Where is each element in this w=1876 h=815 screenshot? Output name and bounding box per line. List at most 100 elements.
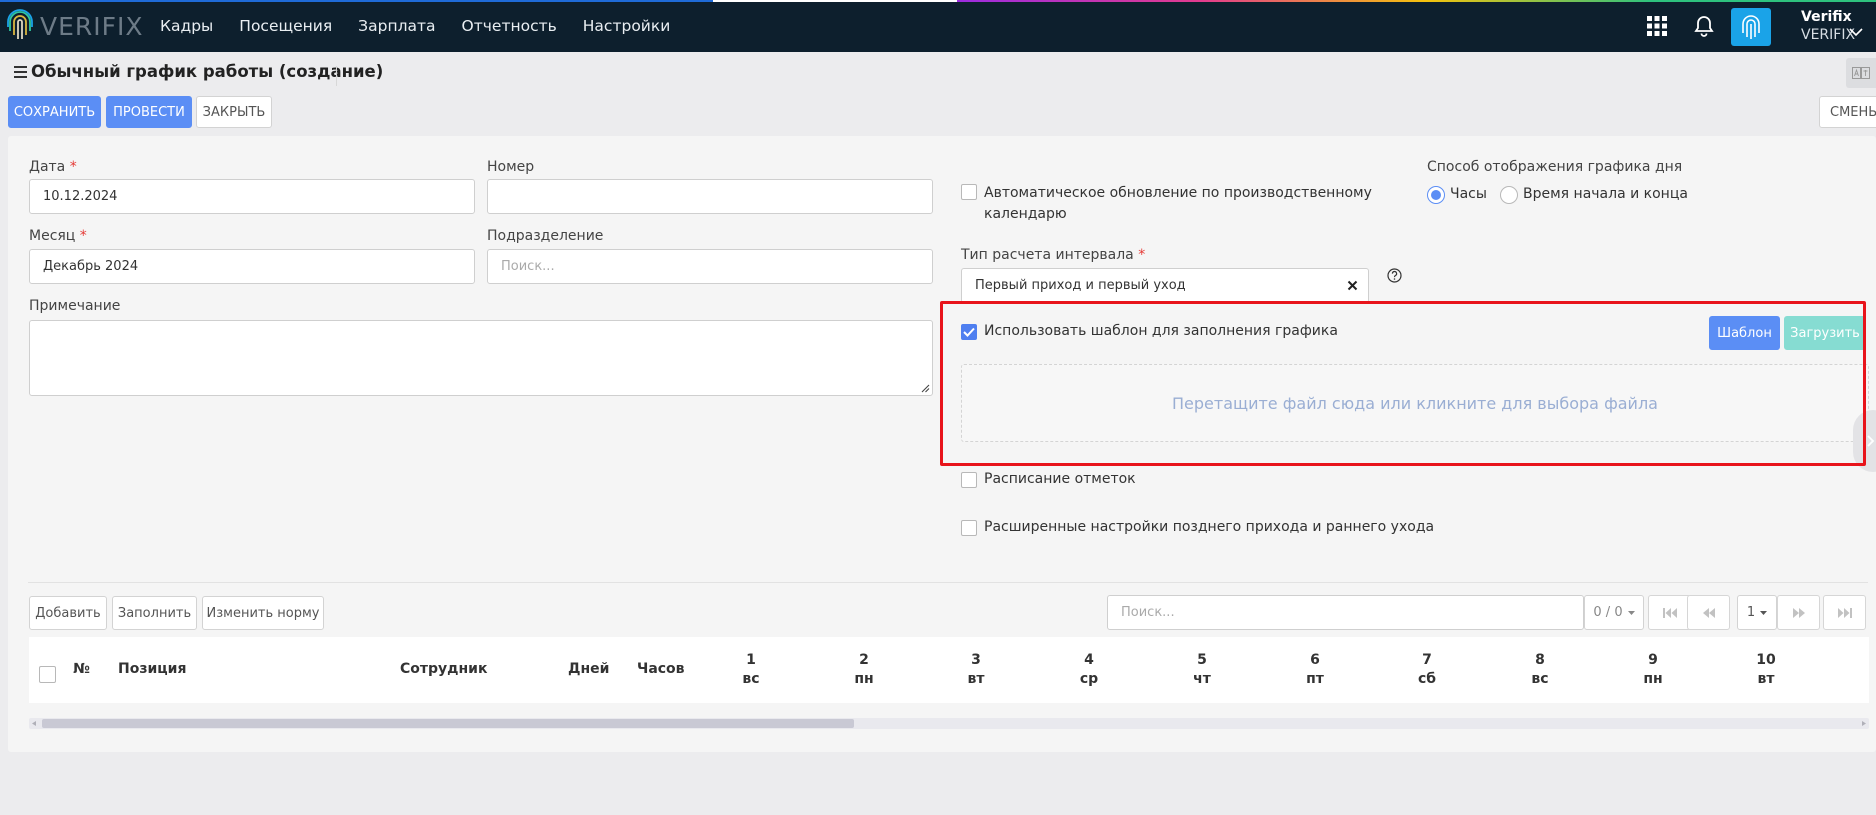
marks-schedule-checkbox[interactable] bbox=[961, 472, 977, 488]
display-mode-hours-radio[interactable] bbox=[1427, 186, 1445, 204]
row-count-dropdown[interactable]: 0 / 0 bbox=[1584, 595, 1644, 630]
col-position[interactable]: Позиция bbox=[118, 661, 186, 677]
fingerprint-logo-icon bbox=[7, 9, 33, 39]
use-template-checkbox[interactable] bbox=[961, 324, 977, 340]
user-org: VERIFIX bbox=[1801, 27, 1856, 43]
division-label: Подразделение bbox=[487, 228, 604, 244]
table-search-placeholder: Поиск... bbox=[1121, 605, 1175, 620]
language-toggle[interactable] bbox=[1846, 58, 1876, 88]
menu-item-settings[interactable]: Настройки bbox=[583, 17, 671, 35]
note-textarea[interactable] bbox=[29, 320, 933, 396]
col-day[interactable]: 2 пн bbox=[844, 651, 884, 689]
apps-grid-icon[interactable] bbox=[1647, 16, 1667, 36]
col-employee[interactable]: Сотрудник bbox=[400, 661, 487, 677]
caret-down-icon bbox=[1627, 610, 1635, 615]
chevron-down-icon[interactable] bbox=[1849, 27, 1863, 37]
page-header: Обычный график работы (создание) bbox=[14, 62, 383, 81]
template-button[interactable]: Шаблон bbox=[1709, 316, 1780, 350]
horizontal-scrollbar[interactable] bbox=[29, 718, 1869, 729]
col-day[interactable]: 9 пн bbox=[1633, 651, 1673, 689]
col-day[interactable]: 3 вт bbox=[956, 651, 996, 689]
dropzone-text: Перетащите файл сюда или кликните для вы… bbox=[1172, 393, 1658, 413]
page-select[interactable]: 1 bbox=[1737, 595, 1777, 630]
division-placeholder: Поиск... bbox=[501, 259, 555, 274]
table-search-input[interactable]: Поиск... bbox=[1107, 595, 1584, 630]
top-navbar: VERIFIX Кадры Посещения Зарплата Отчетно… bbox=[0, 0, 1876, 52]
upload-button[interactable]: Загрузить bbox=[1784, 316, 1866, 350]
col-day[interactable]: 10 вт bbox=[1746, 651, 1786, 689]
row-count: 0 / 0 bbox=[1593, 605, 1623, 620]
date-field[interactable]: 10.12.2024 bbox=[29, 179, 475, 214]
col-days[interactable]: Дней bbox=[568, 661, 609, 677]
display-mode-start-end-radio[interactable] bbox=[1500, 186, 1518, 204]
first-page-button[interactable] bbox=[1648, 595, 1691, 630]
use-template-label: Использовать шаблон для заполнения графи… bbox=[984, 323, 1338, 339]
post-button[interactable]: ПРОВЕСТИ bbox=[106, 96, 192, 128]
col-day[interactable]: 5 чт bbox=[1182, 651, 1222, 689]
fingerprint-icon bbox=[1742, 15, 1760, 39]
note-label: Примечание bbox=[29, 298, 121, 314]
avatar[interactable] bbox=[1731, 8, 1771, 46]
interval-type-select[interactable]: Первый приход и первый уход bbox=[961, 268, 1369, 303]
interval-type-label: Тип расчета интервала * bbox=[961, 247, 1146, 263]
help-icon[interactable] bbox=[1387, 268, 1402, 283]
fill-button[interactable]: Заполнить bbox=[112, 596, 197, 630]
user-name: Verifix bbox=[1801, 9, 1852, 25]
auto-update-checkbox[interactable] bbox=[961, 184, 977, 200]
col-day[interactable]: 4 ср bbox=[1069, 651, 1109, 689]
marks-schedule-label: Расписание отметок bbox=[984, 471, 1136, 487]
col-day[interactable]: 7 сб bbox=[1407, 651, 1447, 689]
interval-type-value: Первый приход и первый уход bbox=[975, 278, 1186, 293]
next-page-icon bbox=[1792, 607, 1805, 618]
prev-page-button[interactable] bbox=[1687, 595, 1730, 630]
select-all-checkbox[interactable] bbox=[39, 666, 56, 683]
col-day[interactable]: 6 пт bbox=[1295, 651, 1335, 689]
col-day[interactable]: 1 вс bbox=[731, 651, 771, 689]
col-hours[interactable]: Часов bbox=[637, 661, 685, 677]
file-dropzone[interactable]: Перетащите файл сюда или кликните для вы… bbox=[961, 364, 1869, 442]
page-title: Обычный график работы (создание) bbox=[31, 62, 384, 81]
logo-text: VERIFIX bbox=[40, 11, 144, 41]
col-day[interactable]: 8 вс bbox=[1520, 651, 1560, 689]
last-page-button[interactable] bbox=[1823, 595, 1866, 630]
save-button[interactable]: СОХРАНИТЬ bbox=[8, 96, 101, 128]
shifts-button[interactable]: СМЕНЫ bbox=[1819, 96, 1876, 128]
scroll-right-icon[interactable] bbox=[1862, 721, 1866, 726]
advanced-settings-label: Расширенные настройки позднего прихода и… bbox=[984, 519, 1435, 535]
number-field[interactable] bbox=[487, 179, 933, 214]
first-page-icon bbox=[1662, 607, 1677, 618]
main-menu: Кадры Посещения Зарплата Отчетность Наст… bbox=[160, 0, 696, 52]
page-number: 1 bbox=[1746, 605, 1756, 620]
scroll-left-icon[interactable] bbox=[32, 721, 36, 726]
user-info[interactable]: Verifix VERIFIX bbox=[1801, 8, 1855, 44]
display-mode-label: Способ отображения графика дня bbox=[1427, 159, 1683, 175]
col-number[interactable]: № bbox=[73, 661, 90, 677]
division-field[interactable]: Поиск... bbox=[487, 249, 933, 284]
month-field[interactable]: Декабрь 2024 bbox=[29, 249, 475, 284]
resize-handle-icon[interactable] bbox=[921, 384, 930, 393]
caret-down-icon bbox=[1760, 610, 1768, 615]
bell-icon[interactable] bbox=[1694, 15, 1714, 37]
next-page-button[interactable] bbox=[1777, 595, 1820, 630]
month-label: Месяц * bbox=[29, 228, 87, 244]
menu-item-salary[interactable]: Зарплата bbox=[358, 17, 435, 35]
add-button[interactable]: Добавить bbox=[29, 596, 107, 630]
change-norm-button[interactable]: Изменить норму bbox=[202, 596, 324, 630]
table-header: № Позиция Сотрудник Дней Часов 1 вс 2 пн 3… bbox=[29, 637, 1869, 703]
date-label: Дата * bbox=[29, 159, 77, 175]
logo[interactable]: VERIFIX bbox=[6, 8, 144, 44]
menu-item-hr[interactable]: Кадры bbox=[160, 17, 213, 35]
scrollbar-thumb[interactable] bbox=[42, 719, 854, 728]
menu-item-attendance[interactable]: Посещения bbox=[239, 17, 332, 35]
translate-icon bbox=[1852, 67, 1870, 79]
checkmark-icon bbox=[963, 327, 975, 337]
hamburger-icon[interactable] bbox=[14, 65, 27, 78]
advanced-settings-checkbox[interactable] bbox=[961, 520, 977, 536]
side-panel-toggle[interactable] bbox=[1853, 410, 1876, 472]
close-button[interactable]: ЗАКРЫТЬ bbox=[196, 96, 272, 128]
menu-item-reports[interactable]: Отчетность bbox=[462, 17, 557, 35]
display-mode-hours-label: Часы bbox=[1450, 186, 1487, 202]
clear-icon[interactable] bbox=[1347, 280, 1358, 291]
number-label: Номер bbox=[487, 159, 535, 175]
section-divider bbox=[28, 582, 1868, 583]
